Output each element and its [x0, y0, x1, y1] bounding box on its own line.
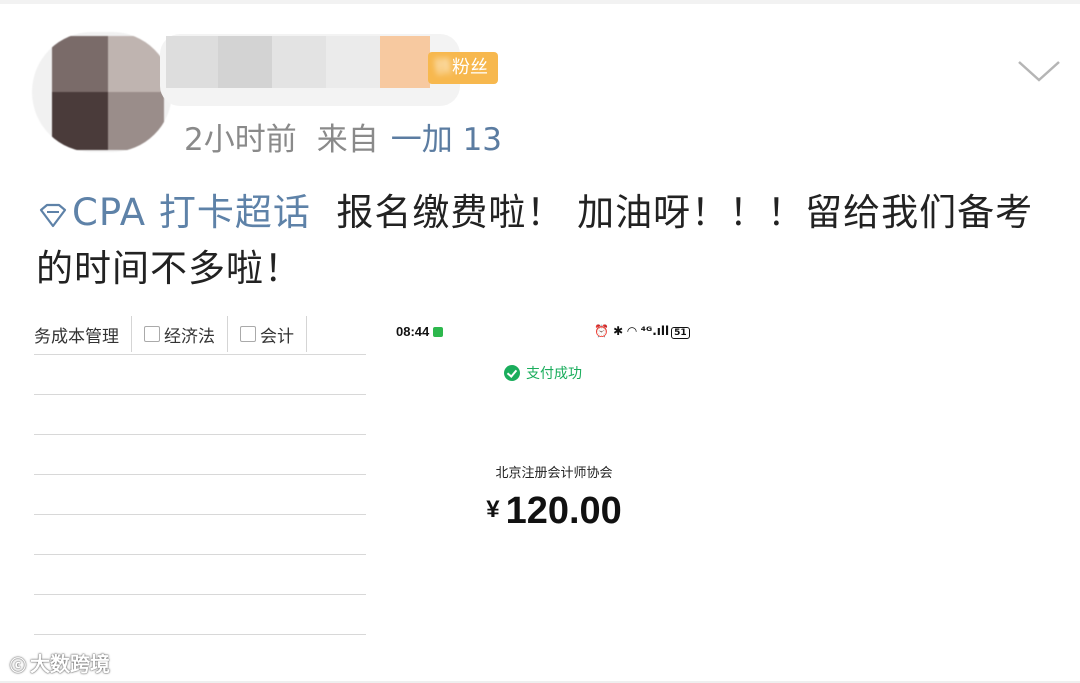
payment-amount: ¥120.00	[384, 490, 724, 533]
form-line	[34, 514, 366, 515]
tab-label: 会计	[260, 326, 294, 347]
source-label: 来自	[316, 122, 379, 158]
post-image-left[interactable]: 务成本管理 经济法 会计	[34, 312, 366, 638]
post-text: CPA 打卡超话 报名缴费啦！ 加油呀！！！留给我们备考的时间不多啦！	[36, 185, 1056, 297]
fans-badge-label: 粉丝	[452, 57, 488, 78]
status-bar-icons: ⏰ ✱ ◠ ⁴ᴳ.ıll 51	[594, 324, 690, 339]
post-image-right[interactable]: 08:44 ⏰ ✱ ◠ ⁴ᴳ.ıll 51 支付成功 北京注册会计师协会 ¥120…	[384, 312, 724, 638]
tab-financial-cost-management: 务成本管理	[34, 316, 132, 352]
post-meta: 2小时前 来自 一加 13	[184, 114, 522, 159]
status-icons-text: ⏰ ✱ ◠ ⁴ᴳ.ıll	[594, 324, 670, 338]
checkbox-icon	[240, 326, 256, 342]
battery-icon: 51	[671, 327, 690, 339]
currency-symbol: ¥	[486, 496, 500, 523]
diamond-icon	[39, 203, 67, 228]
payee-name: 北京注册会计师协会	[495, 466, 613, 481]
form-line	[34, 634, 366, 635]
tab-accounting: 会计	[228, 316, 307, 352]
tab-economic-law: 经济法	[132, 316, 228, 352]
form-line	[34, 474, 366, 475]
topic-label: CPA 打卡超话	[72, 191, 311, 234]
amount-value: 120.00	[505, 490, 622, 532]
fans-badge: 铁粉丝	[428, 52, 498, 84]
form-line	[34, 394, 366, 395]
watermark-text: 大数跨境	[30, 652, 111, 676]
post-time: 2小时前	[184, 122, 297, 158]
status-time-text: 08:44	[396, 324, 430, 339]
check-circle-icon	[504, 365, 520, 381]
subject-tabs: 务成本管理 经济法 会计	[34, 314, 366, 354]
source-device[interactable]: 一加 13	[391, 122, 502, 158]
tab-label: 经济法	[164, 326, 215, 347]
avatar[interactable]	[32, 32, 172, 152]
username-blurred[interactable]	[160, 34, 460, 106]
form-line	[34, 554, 366, 555]
message-icon	[433, 327, 444, 337]
form-line	[34, 434, 366, 435]
tab-label: 务成本管理	[34, 326, 119, 347]
checkbox-icon	[144, 326, 160, 342]
payment-status-text: 支付成功	[526, 366, 582, 382]
topic-link[interactable]: CPA 打卡超话	[36, 191, 311, 234]
form-line	[34, 354, 366, 355]
chevron-down-icon[interactable]	[1016, 58, 1062, 84]
payment-success: 支付成功	[504, 363, 582, 383]
status-bar-time: 08:44	[396, 324, 444, 339]
watermark-logo-icon: ⓒ	[10, 656, 27, 675]
top-divider	[0, 0, 1080, 4]
fans-badge-hidden: 铁	[434, 57, 452, 78]
form-line	[34, 594, 366, 595]
watermark: ⓒ 大数跨境	[10, 648, 110, 677]
